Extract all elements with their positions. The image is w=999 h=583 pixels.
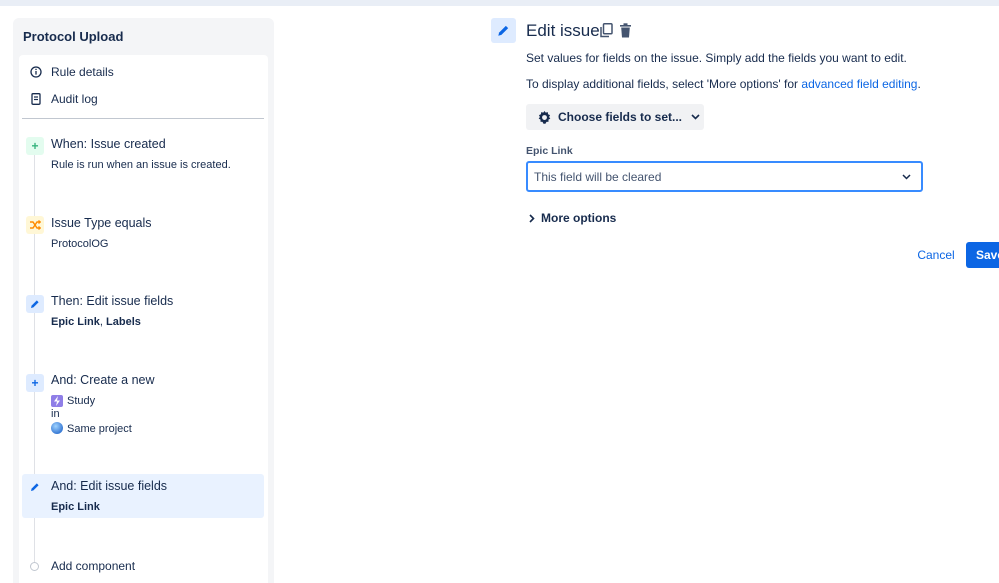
step-when-issue-created[interactable]: + When: Issue created Rule is run when a…	[22, 135, 264, 179]
epic-link-value: This field will be cleared	[534, 169, 662, 184]
more-options-toggle[interactable]: More options	[526, 210, 616, 226]
step-title: When: Issue created	[51, 137, 166, 151]
globe-icon	[51, 422, 63, 434]
trash-icon[interactable]	[619, 23, 634, 39]
step-create-new[interactable]: + And: Create a new Study in Same projec…	[22, 371, 264, 437]
step-edit-issue-fields[interactable]: Then: Edit issue fields Epic Link, Label…	[22, 292, 264, 336]
save-button[interactable]: Save	[966, 242, 999, 268]
hint-text: To display additional fields, select 'Mo…	[526, 77, 802, 91]
step-description: Epic Link	[51, 501, 100, 513]
project-label: Same project	[67, 423, 132, 435]
chevron-right-icon	[526, 212, 538, 224]
step-title: And: Edit issue fields	[51, 479, 168, 493]
step-title: Then: Edit issue fields	[51, 294, 174, 308]
issue-type-line: Study	[51, 395, 95, 407]
divider	[22, 118, 264, 119]
chevron-down-icon	[901, 172, 911, 182]
rule-title: Protocol Upload	[23, 29, 124, 44]
step-description: ProtocolOG	[51, 238, 109, 250]
cancel-button[interactable]: Cancel	[912, 244, 960, 266]
top-band	[0, 0, 999, 6]
field-epic-link: Epic Link	[51, 316, 100, 328]
issue-type-label: Study	[67, 395, 96, 407]
editor-description: Set values for fields on the issue. Simp…	[526, 51, 907, 65]
rule-card: Rule details Audit log + When: Issue cre…	[19, 55, 268, 583]
hint-suffix: .	[917, 77, 921, 91]
choose-fields-button[interactable]: Choose fields to set...	[526, 104, 704, 130]
shuffle-icon	[26, 216, 44, 234]
step-description: Rule is run when an issue is created.	[51, 159, 231, 171]
audit-log-link[interactable]: Audit log	[19, 89, 98, 109]
epic-link-label: Epic Link	[526, 145, 573, 157]
pencil-icon	[26, 478, 44, 496]
add-component-label: Add component	[51, 559, 136, 573]
step-description: Epic Link, Labels	[51, 316, 141, 328]
step-title: And: Create a new	[51, 373, 155, 387]
copy-icon[interactable]	[600, 23, 615, 39]
lightning-icon	[51, 395, 63, 407]
audit-log-label: Audit log	[51, 92, 98, 106]
editor-title: Edit issue	[526, 21, 600, 40]
circle-icon	[30, 561, 39, 571]
document-icon	[29, 92, 43, 106]
gear-icon	[536, 109, 552, 125]
rule-details-label: Rule details	[51, 65, 114, 79]
chevron-down-icon	[690, 112, 700, 122]
plus-icon: +	[26, 374, 44, 392]
plus-icon: +	[26, 137, 44, 155]
step-issue-type-equals[interactable]: Issue Type equals ProtocolOG	[22, 214, 264, 258]
pencil-icon	[491, 18, 516, 43]
editor-hint: To display additional fields, select 'Mo…	[526, 77, 921, 91]
epic-link-select[interactable]: This field will be cleared	[526, 161, 923, 192]
in-label: in	[51, 408, 60, 420]
field-labels: Labels	[106, 316, 141, 328]
rule-details-link[interactable]: Rule details	[19, 62, 114, 82]
advanced-field-editing-link[interactable]: advanced field editing	[801, 77, 917, 91]
step-title: Issue Type equals	[51, 216, 152, 230]
more-options-label: More options	[541, 211, 617, 225]
field-epic-link: Epic Link	[51, 501, 100, 513]
project-line: Same project	[51, 422, 132, 435]
rule-panel: Protocol Upload Rule details Audit log +…	[13, 18, 274, 583]
choose-fields-label: Choose fields to set...	[558, 110, 683, 124]
add-component-button[interactable]: Add component	[19, 557, 135, 575]
pencil-icon	[26, 295, 44, 313]
step-edit-issue-fields-active[interactable]: And: Edit issue fields Epic Link	[22, 474, 264, 518]
info-icon	[29, 65, 43, 79]
